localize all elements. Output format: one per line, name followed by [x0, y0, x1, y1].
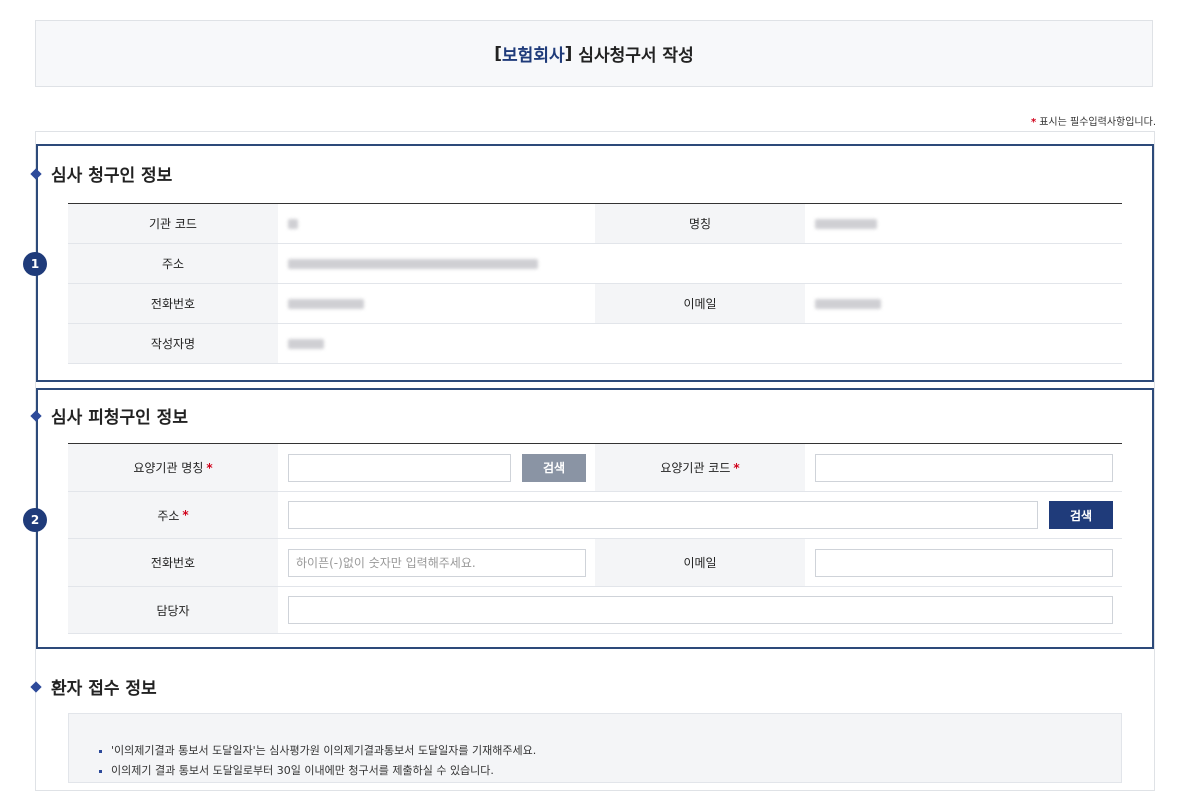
resp-email-input[interactable] — [815, 548, 1113, 577]
table-row: 주소 * 검색 — [68, 492, 1122, 539]
org-name-input[interactable] — [288, 453, 511, 482]
title-company: 보험회사 — [502, 46, 565, 66]
required-mark: * — [182, 508, 189, 522]
email-label: 이메일 — [595, 284, 805, 323]
title-bracket-close: ] — [564, 43, 573, 64]
address-label: 주소 — [68, 244, 278, 283]
diamond-icon — [30, 409, 42, 422]
resp-address-label: 주소 * — [68, 492, 278, 538]
respondent-heading-text: 심사 피청구인 정보 — [51, 408, 188, 428]
writer-name-value — [278, 324, 1122, 363]
org-name-label-text: 요양기관 명칭 — [133, 461, 204, 475]
phone-value — [278, 284, 595, 323]
notice-item: '이의제기결과 통보서 도달일자'는 심사평가원 이의제기결과통보서 도달일자를… — [99, 741, 536, 761]
table-row: 전화번호 하이픈(-)없이 숫자만 입력해주세요. 이메일 — [68, 539, 1122, 587]
phone-label: 전화번호 — [68, 284, 278, 323]
diamond-icon — [30, 680, 42, 693]
resp-address-label-text: 주소 — [157, 508, 180, 523]
patient-heading: 환자 접수 정보 — [30, 674, 157, 699]
email-value — [805, 284, 1122, 323]
manager-input[interactable] — [288, 596, 1113, 624]
address-value — [278, 244, 1122, 283]
claimant-table: 기관 코드 명칭 주소 전화번호 이메일 작성자명 — [68, 203, 1122, 364]
step-badge-2: 2 — [23, 508, 47, 532]
org-code-input[interactable] — [815, 453, 1113, 482]
resp-email-label: 이메일 — [595, 539, 805, 586]
required-star: * — [1031, 117, 1037, 128]
resp-phone-cell: 하이픈(-)없이 숫자만 입력해주세요. — [278, 539, 595, 586]
org-name-cell: 검색 — [278, 444, 595, 491]
patient-heading-text: 환자 접수 정보 — [51, 679, 157, 699]
page-title: [보험회사] 심사청구서 작성 — [35, 20, 1153, 87]
manager-cell — [278, 587, 1122, 633]
table-row: 주소 — [68, 244, 1122, 284]
notice-box: '이의제기결과 통보서 도달일자'는 심사평가원 이의제기결과통보서 도달일자를… — [68, 713, 1122, 783]
institution-code-value — [278, 204, 595, 243]
resp-phone-label: 전화번호 — [68, 539, 278, 586]
diamond-icon — [30, 167, 42, 180]
step-badge-1: 1 — [23, 252, 47, 276]
resp-address-input[interactable] — [288, 501, 1038, 529]
table-row: 요양기관 명칭 * 검색 요양기관 코드 * — [68, 444, 1122, 492]
claimant-heading-text: 심사 청구인 정보 — [51, 166, 173, 186]
respondent-heading: 심사 피청구인 정보 — [30, 403, 188, 428]
address-search-button[interactable]: 검색 — [1049, 501, 1113, 529]
institution-code-label: 기관 코드 — [68, 204, 278, 243]
org-code-cell — [805, 444, 1122, 491]
title-bracket-open: [ — [494, 43, 503, 64]
notice-list: '이의제기결과 통보서 도달일자'는 심사평가원 이의제기결과통보서 도달일자를… — [99, 741, 536, 781]
respondent-table: 요양기관 명칭 * 검색 요양기관 코드 * 주소 * 검색 전화번호 하이픈(-)없… — [68, 443, 1122, 634]
name-value — [805, 204, 1122, 243]
org-code-label-text: 요양기관 코드 — [660, 461, 731, 475]
resp-phone-input[interactable]: 하이픈(-)없이 숫자만 입력해주세요. — [288, 548, 586, 577]
table-row: 기관 코드 명칭 — [68, 204, 1122, 244]
writer-name-label: 작성자명 — [68, 324, 278, 363]
table-row: 전화번호 이메일 — [68, 284, 1122, 324]
resp-email-cell — [805, 539, 1122, 586]
name-label: 명칭 — [595, 204, 805, 243]
claimant-heading: 심사 청구인 정보 — [30, 161, 173, 186]
table-row: 작성자명 — [68, 324, 1122, 364]
required-note-text: 표시는 필수입력사항입니다. — [1039, 117, 1156, 128]
required-mark: * — [733, 460, 740, 475]
org-name-label: 요양기관 명칭 * — [68, 444, 278, 491]
required-note: * 표시는 필수입력사항입니다. — [1031, 113, 1156, 128]
title-text: 심사청구서 작성 — [572, 46, 694, 66]
resp-address-cell: 검색 — [278, 492, 1122, 538]
org-search-button[interactable]: 검색 — [522, 453, 586, 482]
required-mark: * — [206, 460, 213, 475]
org-code-label: 요양기관 코드 * — [595, 444, 805, 491]
notice-item: 이의제기 결과 통보서 도달일로부터 30일 이내에만 청구서를 제출하실 수 … — [99, 761, 536, 781]
table-row: 담당자 — [68, 587, 1122, 634]
manager-label: 담당자 — [68, 587, 278, 633]
